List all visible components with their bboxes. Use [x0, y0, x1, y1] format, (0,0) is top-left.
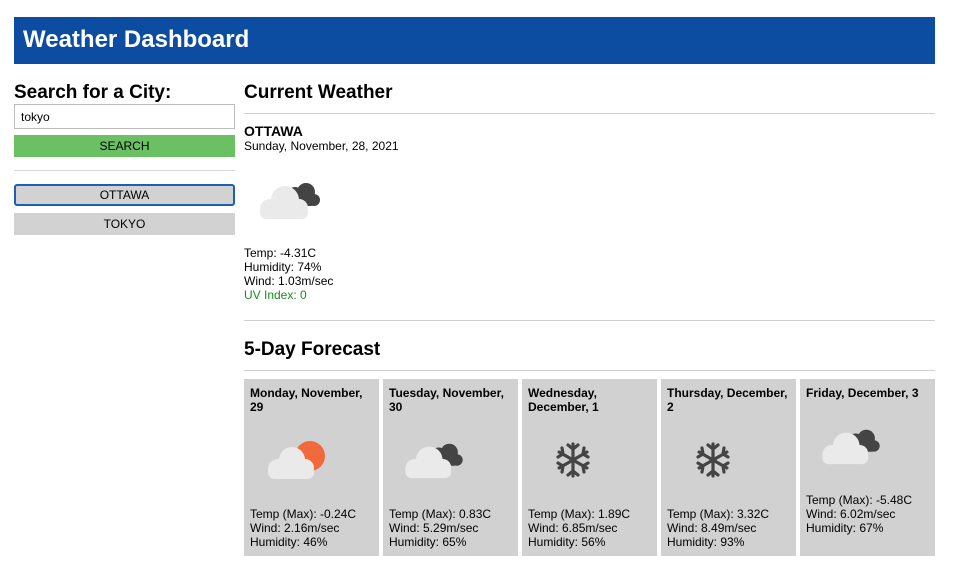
forecast-humidity: Humidity: 56%	[528, 535, 606, 549]
history-city-ottawa[interactable]: OTTAWA	[14, 184, 235, 206]
forecast-temp: Temp (Max): 0.83C	[389, 507, 492, 521]
snow-icon	[556, 442, 590, 478]
current-humidity: Humidity: 74%	[244, 260, 322, 274]
divider	[244, 320, 935, 321]
forecast-card: Wednesday, December, 1 Temp (Max): 1.89C…	[522, 379, 657, 556]
search-button[interactable]: SEARCH	[14, 135, 235, 157]
forecast-date: Thursday, December, 2	[667, 386, 788, 414]
partly-cloudy-icon	[268, 441, 325, 479]
current-uv-index: UV Index: 0	[244, 288, 307, 302]
divider	[14, 170, 235, 171]
current-temp: Temp: -4.31C	[244, 246, 317, 260]
forecast-humidity: Humidity: 67%	[806, 521, 884, 535]
forecast-humidity: Humidity: 65%	[389, 535, 467, 549]
forecast-wind: Wind: 5.29m/sec	[389, 521, 479, 535]
forecast-humidity: Humidity: 93%	[667, 535, 745, 549]
cloudy-icon	[405, 443, 463, 479]
app-header: Weather Dashboard	[14, 17, 935, 64]
forecast-card: Monday, November, 29 Temp (Max): -0.24C …	[244, 379, 379, 556]
forecast-title: 5-Day Forecast	[244, 339, 381, 360]
forecast-wind: Wind: 6.85m/sec	[528, 521, 618, 535]
forecast-card: Tuesday, November, 30 Temp (Max): 0.83C …	[383, 379, 518, 556]
current-wind: Wind: 1.03m/sec	[244, 274, 334, 288]
current-weather-title: Current Weather	[244, 82, 393, 103]
divider	[244, 370, 935, 371]
cloudy-icon	[260, 183, 320, 219]
app-title: Weather Dashboard	[23, 26, 250, 53]
forecast-humidity: Humidity: 46%	[250, 535, 328, 549]
city-search-input[interactable]	[14, 104, 235, 129]
forecast-date: Tuesday, November, 30	[389, 386, 504, 414]
search-heading: Search for a City:	[14, 82, 172, 103]
forecast-temp: Temp (Max): -0.24C	[250, 507, 357, 521]
forecast-wind: Wind: 2.16m/sec	[250, 521, 340, 535]
forecast-temp: Temp (Max): 3.32C	[667, 507, 770, 521]
forecast-temp: Temp (Max): 1.89C	[528, 507, 631, 521]
forecast-wind: Wind: 8.49m/sec	[667, 521, 757, 535]
history-city-tokyo[interactable]: TOKYO	[14, 213, 235, 235]
forecast-temp: Temp (Max): -5.48C	[806, 493, 913, 507]
forecast-date: Wednesday, December, 1	[528, 386, 599, 414]
forecast-date: Monday, November, 29	[250, 386, 363, 414]
divider	[244, 113, 935, 114]
forecast-wind: Wind: 6.02m/sec	[806, 507, 896, 521]
current-date: Sunday, November, 28, 2021	[244, 139, 399, 153]
forecast-card: Friday, December, 3 Temp (Max): -5.48C W…	[800, 379, 935, 556]
snow-icon	[696, 442, 730, 478]
cloudy-icon	[822, 429, 880, 465]
forecast-card: Thursday, December, 2 Temp (Max): 3.32C …	[661, 379, 796, 556]
current-city-name: OTTAWA	[244, 123, 303, 139]
forecast-date: Friday, December, 3	[806, 386, 919, 400]
